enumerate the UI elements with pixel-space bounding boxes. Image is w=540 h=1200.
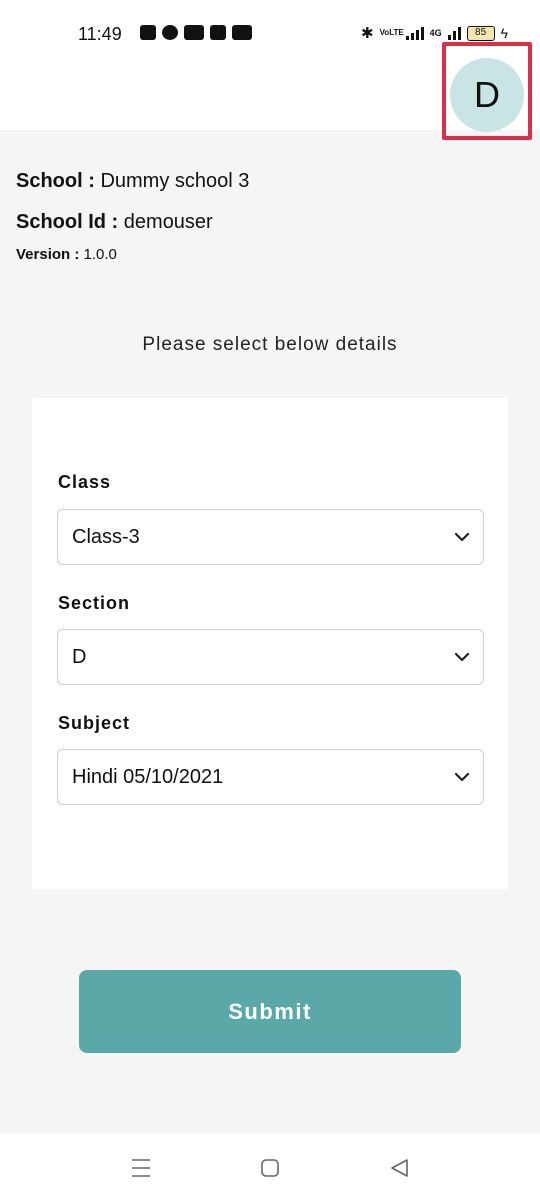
section-label: Section xyxy=(58,593,131,613)
school-id-label: School Id : xyxy=(16,211,119,233)
submit-button[interactable]: Submit xyxy=(79,970,461,1053)
selection-card: Class Class-3 Section D Subject Hindi 05… xyxy=(32,398,508,889)
subject-label: Subject xyxy=(58,713,131,733)
profile-avatar[interactable]: D xyxy=(450,58,524,132)
section-select[interactable]: D xyxy=(57,629,484,685)
version-value: 1.0.0 xyxy=(83,246,117,263)
bluetooth-icon: ✱ xyxy=(360,25,374,42)
class-label: Class xyxy=(58,472,112,492)
version-label: Version : xyxy=(16,246,80,263)
charging-icon: ϟ xyxy=(500,25,508,41)
facebook-icon xyxy=(162,25,178,40)
subject-selected-value: Hindi 05/10/2021 xyxy=(72,765,224,788)
chevron-down-icon xyxy=(455,532,469,542)
system-icons: ✱ VoLTE 4G 85 ϟ xyxy=(361,24,508,42)
version-info: Version : 1.0.0 xyxy=(16,246,117,263)
signal-2-icon xyxy=(447,26,461,40)
paytm-icon xyxy=(232,25,252,40)
youtube-icon xyxy=(184,25,204,40)
gmail-icon xyxy=(210,25,226,40)
school-id-info: School Id : demouser xyxy=(16,211,213,234)
notification-icons xyxy=(140,25,252,40)
volte-icon: VoLTE xyxy=(379,28,404,37)
instruction-text: Please select below details xyxy=(142,334,398,355)
network-type-icon: 4G xyxy=(429,28,442,38)
system-nav-bar xyxy=(0,1133,540,1200)
section-selected-value: D xyxy=(72,645,87,668)
class-selected-value: Class-3 xyxy=(72,525,140,548)
school-info: School : Dummy school 3 xyxy=(16,170,249,193)
chevron-down-icon xyxy=(455,772,469,782)
avatar-letter: D xyxy=(474,74,500,115)
chevron-down-icon xyxy=(455,652,469,662)
class-select[interactable]: Class-3 xyxy=(57,509,484,565)
back-icon[interactable] xyxy=(388,1157,410,1179)
status-time: 11:49 xyxy=(78,24,122,44)
message-icon xyxy=(140,25,156,40)
menu-icon[interactable] xyxy=(130,1157,152,1179)
signal-icon xyxy=(405,26,424,40)
home-icon[interactable] xyxy=(259,1157,281,1179)
battery-icon: 85 xyxy=(466,25,495,41)
subject-select[interactable]: Hindi 05/10/2021 xyxy=(57,749,484,805)
school-label: School : xyxy=(16,170,95,192)
school-id-value: demouser xyxy=(123,211,213,233)
school-value: Dummy school 3 xyxy=(100,170,250,192)
